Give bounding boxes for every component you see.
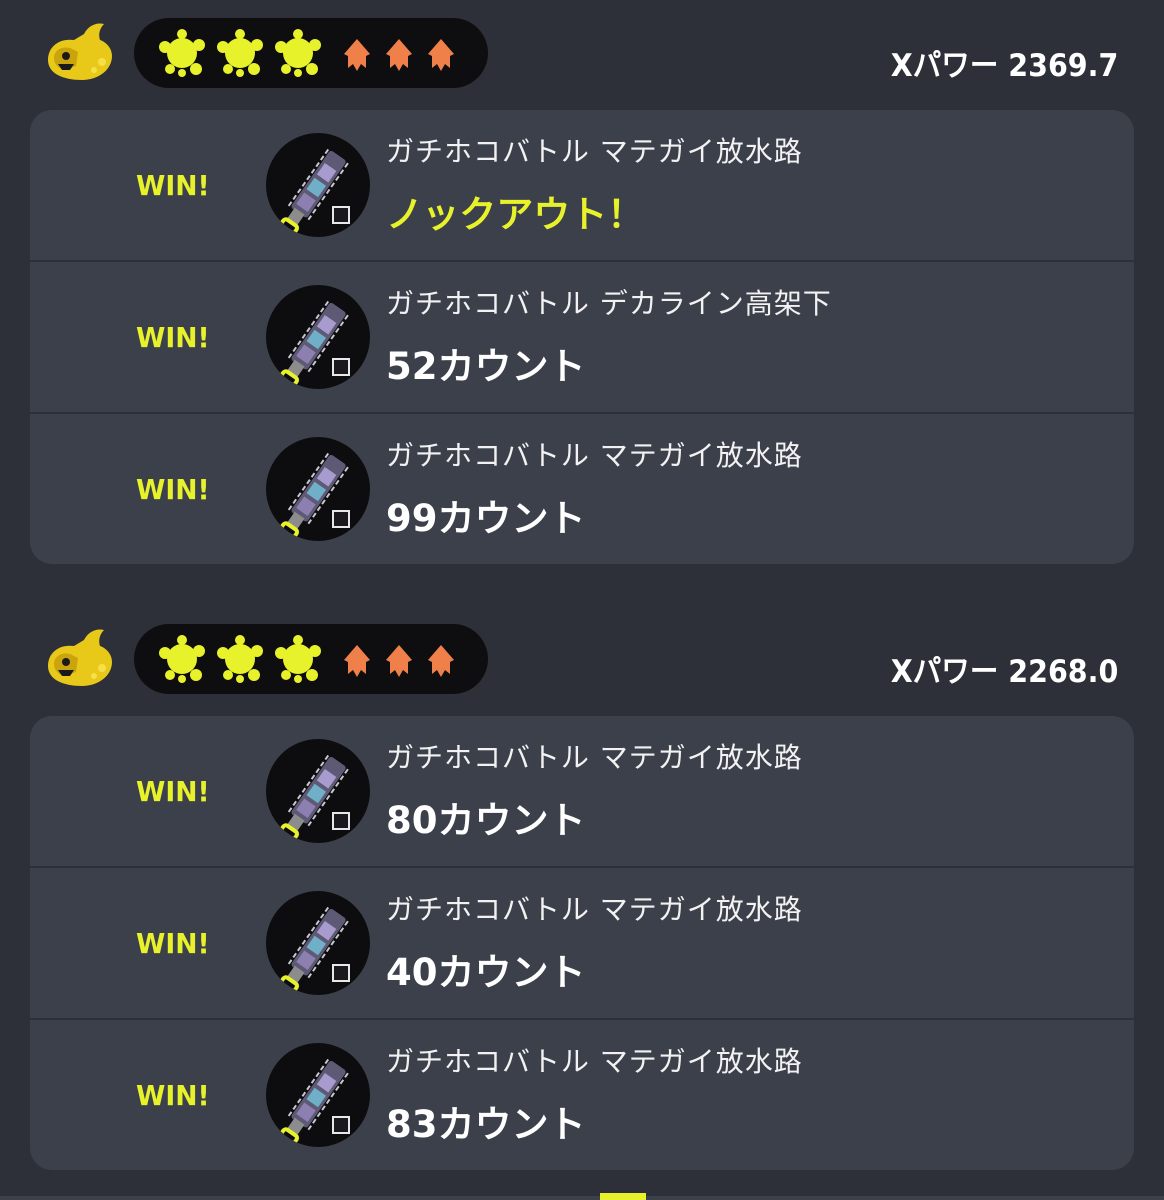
match-row[interactable]: WIN!: [30, 260, 1134, 412]
weapon-icon: [266, 739, 370, 843]
sub-weapon-icon: [332, 358, 350, 376]
splat-icon: [159, 29, 205, 77]
match-row[interactable]: WIN!: [30, 412, 1134, 564]
match-row[interactable]: WIN!: [30, 866, 1134, 1018]
squid-icon: [428, 645, 454, 677]
squid-icon: [386, 645, 412, 677]
splat-icon: [275, 29, 321, 77]
mode-stage-label: ガチホコバトル マテガイ放水路: [386, 439, 803, 472]
rank-badges: [134, 18, 488, 88]
scroll-indicator[interactable]: [600, 1193, 646, 1200]
match-list: WIN!: [30, 716, 1134, 1170]
match-group: Xパワー 2268.0 WIN! ガチホコバトル マテガイ放水路 80カウント …: [0, 606, 1164, 1170]
squid-icon: [386, 39, 412, 71]
mode-stage-label: ガチホコバトル デカライン高架下: [386, 287, 832, 320]
xpower-value: Xパワー 2268.0: [890, 654, 1118, 690]
mode-stage-label: ガチホコバトル マテガイ放水路: [386, 1045, 803, 1078]
sub-weapon-icon: [332, 812, 350, 830]
squid-icon: [344, 645, 370, 677]
rainmaker-icon: [48, 23, 112, 80]
weapon-icon: [266, 285, 370, 389]
splat-icon: [217, 635, 263, 683]
win-label: WIN!: [136, 1078, 210, 1112]
match-outcome: 80カウント: [386, 799, 586, 842]
group-header: Xパワー 2268.0: [0, 606, 1164, 700]
battle-history-page: Xパワー 2369.7 WIN! ガチホコバトル マテガイ放水路 ノックアウト！…: [0, 0, 1164, 1200]
match-outcome: 52カウント: [386, 345, 586, 388]
splat-icon: [217, 29, 263, 77]
match-outcome: ノックアウト！: [386, 193, 645, 236]
splat-icon: [275, 635, 321, 683]
match-outcome: 83カウント: [386, 1103, 586, 1146]
squid-icon: [428, 39, 454, 71]
group-header: Xパワー 2369.7: [0, 0, 1164, 94]
weapon-icon: [266, 1043, 370, 1147]
mode-stage-label: ガチホコバトル マテガイ放水路: [386, 135, 803, 168]
sub-weapon-icon: [332, 1116, 350, 1134]
match-outcome: 40カウント: [386, 951, 586, 994]
mode-stage-label: ガチホコバトル マテガイ放水路: [386, 741, 803, 774]
mode-stage-label: ガチホコバトル マテガイ放水路: [386, 893, 803, 926]
win-label: WIN!: [136, 926, 210, 960]
rank-badges: [134, 624, 488, 694]
sub-weapon-icon: [332, 964, 350, 982]
match-row[interactable]: WIN!: [30, 716, 1134, 866]
weapon-icon: [266, 437, 370, 541]
win-label: WIN!: [136, 472, 210, 506]
splat-icon: [159, 635, 205, 683]
weapon-icon: [266, 891, 370, 995]
win-label: WIN!: [136, 774, 210, 808]
squid-icon: [344, 39, 370, 71]
match-group: Xパワー 2369.7 WIN! ガチホコバトル マテガイ放水路 ノックアウト！…: [0, 0, 1164, 564]
match-row[interactable]: WIN!: [30, 110, 1134, 260]
rainmaker-icon: [48, 629, 112, 686]
bottom-divider: [0, 1196, 1164, 1200]
win-label: WIN!: [136, 168, 210, 202]
sub-weapon-icon: [332, 206, 350, 224]
weapon-icon: [266, 133, 370, 237]
match-list: WIN!: [30, 110, 1134, 564]
match-row[interactable]: WIN!: [30, 1018, 1134, 1170]
win-label: WIN!: [136, 320, 210, 354]
sub-weapon-icon: [332, 510, 350, 528]
xpower-value: Xパワー 2369.7: [890, 48, 1118, 84]
match-outcome: 99カウント: [386, 497, 586, 540]
